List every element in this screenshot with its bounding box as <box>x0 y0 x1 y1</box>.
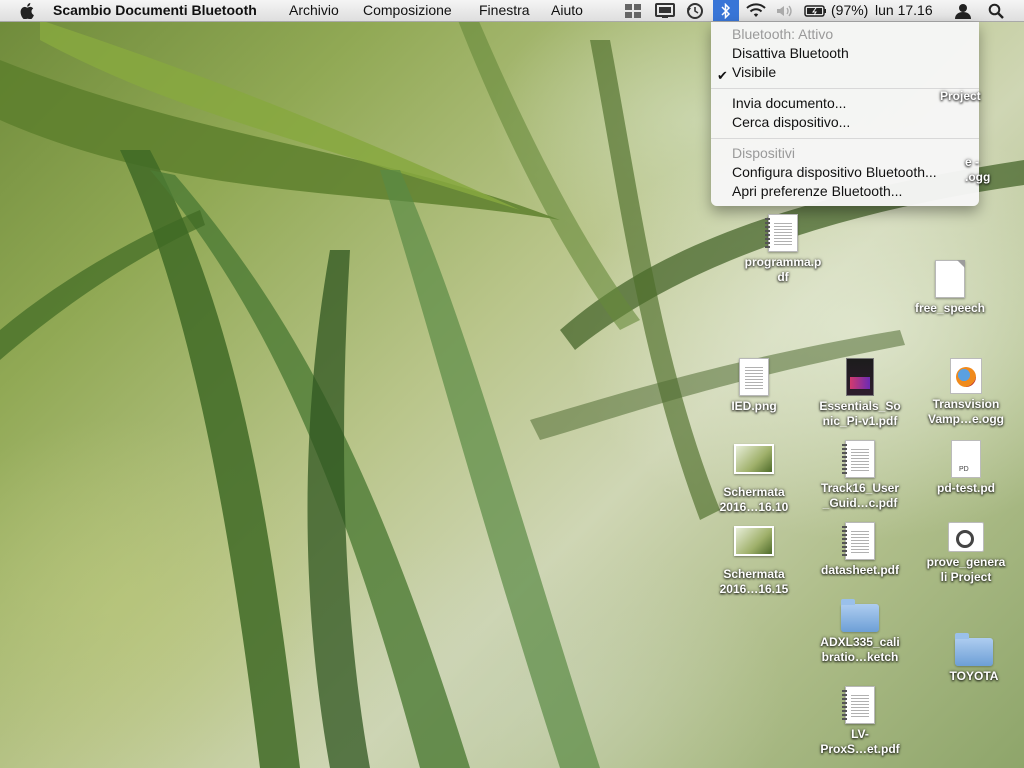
desktop-item-free-speech[interactable]: free_speech <box>904 260 996 316</box>
desktop-item-track16-pdf[interactable]: Track16_User _Guid…c.pdf <box>814 440 906 511</box>
desktop-item-transvision-ogg[interactable]: Transvision Vamp…e.ogg <box>920 358 1012 427</box>
screenshot-thumbnail-icon <box>734 444 774 474</box>
pdf-file-icon <box>842 440 875 478</box>
book-cover-icon <box>846 358 874 396</box>
pdf-file-icon <box>765 214 798 252</box>
battery-icon[interactable] <box>803 0 829 21</box>
document-icon <box>935 260 965 298</box>
desktop-item-label: e - <box>965 155 980 169</box>
desktop-item-programma-pdf[interactable]: programma.p df <box>737 214 829 285</box>
desktop-item-label: Vamp…e.ogg <box>927 412 1004 426</box>
desktop-item-label: ADXL335_cali <box>820 635 900 649</box>
menu-composizione[interactable]: Composizione <box>354 0 461 21</box>
desktop-item-toyota-folder[interactable]: TOYOTA <box>928 633 1020 684</box>
bluetooth-icon[interactable] <box>713 0 739 21</box>
desktop-item-partial-project[interactable]: Project <box>940 86 1024 104</box>
menu-aiuto[interactable]: Aiuto <box>542 0 592 21</box>
send-file-item[interactable]: Invia documento... <box>732 94 846 113</box>
desktop-item-label: _Guid…c.pdf <box>822 496 898 510</box>
desktop-item-label: programma.p <box>744 255 822 269</box>
open-preferences-item[interactable]: Apri preferenze Bluetooth... <box>732 182 902 201</box>
desktop-item-label: ProxS…et.pdf <box>820 742 900 756</box>
display-mirror-icon[interactable] <box>652 0 678 21</box>
battery-percent[interactable]: (97%) <box>831 0 868 21</box>
bluetooth-status: Bluetooth: Attivo <box>732 26 834 42</box>
pd-file-icon: PD <box>951 440 981 478</box>
spotlight-search-icon[interactable] <box>983 0 1009 21</box>
desktop-item-datasheet-pdf[interactable]: datasheet.pdf <box>814 522 906 578</box>
user-icon[interactable] <box>950 0 976 21</box>
pd-badge: PD <box>959 466 969 473</box>
desktop-item-partial-ogg[interactable]: e - .ogg <box>965 152 1024 185</box>
desktop-item-label: TOYOTA <box>949 669 999 683</box>
desktop-item-prove-generali-project[interactable]: prove_genera li Project <box>920 522 1012 585</box>
desktop-item-schermata-1615[interactable]: Schermata 2016…16.15 <box>708 526 800 597</box>
desktop-item-label: Essentials_So <box>819 399 901 413</box>
desktop-item-adxl335-folder[interactable]: ADXL335_cali bratio…ketch <box>814 599 906 665</box>
desktop-item-schermata-1610[interactable]: Schermata 2016…16.10 <box>708 444 800 515</box>
desktop-item-lv-proxs-pdf[interactable]: LV- ProxS…et.pdf <box>814 686 906 757</box>
desktop-item-essentials-pdf[interactable]: Essentials_So nic_Pi-v1.pdf <box>814 358 906 429</box>
desktop-item-label: Project <box>940 89 981 103</box>
desktop-item-label: 2016…16.10 <box>719 500 789 514</box>
folder-icon <box>841 599 879 632</box>
desktop-item-label: 2016…16.15 <box>719 582 789 596</box>
bluetooth-menu: Bluetooth: Attivo Disattiva Bluetooth ✔ … <box>711 22 979 206</box>
pdf-file-icon <box>842 522 875 560</box>
desktop-item-label: IED.png <box>731 399 777 413</box>
desktop-item-label: Schermata <box>723 567 785 581</box>
volume-icon[interactable] <box>772 0 798 21</box>
desktop-item-label: li Project <box>940 570 992 584</box>
app-name-menu[interactable]: Scambio Documenti Bluetooth <box>44 0 266 21</box>
setup-device-item[interactable]: Configura dispositivo Bluetooth... <box>732 163 937 182</box>
menu-bar: Scambio Documenti Bluetooth Archivio Com… <box>0 0 1024 22</box>
desktop-item-label: .ogg <box>965 170 991 184</box>
desktop-item-label: prove_genera <box>926 555 1006 569</box>
folder-icon <box>955 633 993 666</box>
browse-device-item[interactable]: Cerca dispositivo... <box>732 113 850 132</box>
spaces-icon[interactable] <box>620 0 646 21</box>
devices-header: Dispositivi <box>732 145 796 161</box>
desktop-item-pd-test[interactable]: PD pd-test.pd <box>920 440 1012 496</box>
desktop-item-label: pd-test.pd <box>937 481 995 495</box>
apple-icon[interactable] <box>12 0 42 21</box>
desktop-item-label: Track16_User <box>820 481 900 495</box>
checkmark-icon: ✔ <box>717 68 728 83</box>
discoverable-item[interactable]: Visibile <box>732 63 776 82</box>
desktop-item-label: free_speech <box>914 301 986 315</box>
firefox-file-icon <box>950 358 982 394</box>
menu-finestra[interactable]: Finestra <box>470 0 539 21</box>
desktop-item-label: datasheet.pdf <box>820 563 899 577</box>
project-file-icon <box>948 522 984 552</box>
turn-bluetooth-off-item[interactable]: Disattiva Bluetooth <box>732 44 849 63</box>
desktop-item-label: Schermata <box>723 485 785 499</box>
image-file-icon <box>739 358 769 396</box>
desktop-item-label: df <box>777 270 789 284</box>
time-machine-icon[interactable] <box>682 0 708 21</box>
menu-separator <box>711 88 979 89</box>
menu-separator <box>711 138 979 139</box>
screenshot-thumbnail-icon <box>734 526 774 556</box>
pdf-file-icon <box>842 686 875 724</box>
menu-archivio[interactable]: Archivio <box>280 0 348 21</box>
desktop-item-ied-png[interactable]: IED.png <box>708 358 800 414</box>
desktop-item-label: nic_Pi-v1.pdf <box>822 414 898 428</box>
clock[interactable]: lun 17.16 <box>875 0 933 21</box>
wifi-icon[interactable] <box>743 0 769 21</box>
desktop-item-label: Transvision <box>932 397 1000 411</box>
desktop-item-label: LV- <box>851 727 869 741</box>
desktop-item-label: bratio…ketch <box>821 650 899 664</box>
